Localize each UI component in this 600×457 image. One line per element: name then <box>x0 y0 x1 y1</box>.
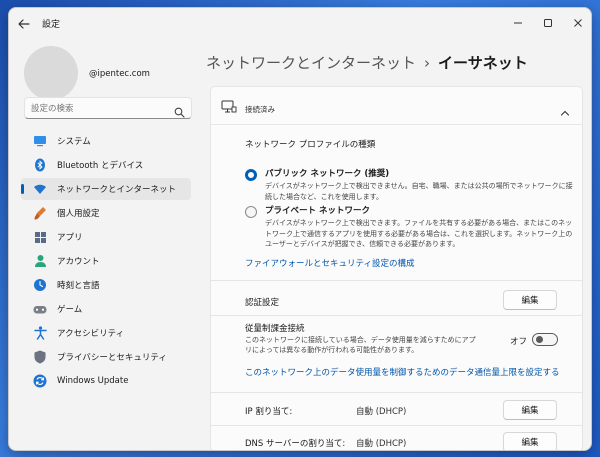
sidebar-item-system[interactable]: システム <box>21 130 191 152</box>
metered-toggle-state: オフ <box>510 337 528 347</box>
person-icon <box>33 254 47 268</box>
minimize-button[interactable] <box>503 12 533 34</box>
breadcrumb-separator: › <box>424 54 431 72</box>
metered-connection-label: 従量制課金接続 <box>245 324 305 334</box>
update-icon <box>33 374 47 388</box>
auth-edit-button[interactable]: 編集 <box>503 290 557 310</box>
search-box[interactable] <box>24 97 192 119</box>
avatar[interactable] <box>24 46 78 100</box>
sidebar-item-label: プライバシーとセキュリティ <box>57 353 167 363</box>
public-network-option[interactable]: パブリック ネットワーク (推奨) デバイスがネットワーク上で検出できません。自… <box>245 167 575 203</box>
dns-assignment-label: DNS サーバーの割り当て: <box>245 439 346 449</box>
search-input[interactable] <box>31 102 171 116</box>
apps-icon <box>33 230 47 244</box>
sidebar-item-label: アクセシビリティ <box>57 329 125 339</box>
page-title: イーサネット <box>438 54 528 72</box>
dns-assignment-value: 自動 (DHCP) <box>356 439 407 449</box>
sidebar-item-label: 個人用設定 <box>57 209 100 219</box>
connection-status: 接続済み <box>245 105 275 114</box>
sidebar-item-time-language[interactable]: 時刻と言語 <box>21 274 191 296</box>
settings-window: 設定 @ipentec.com システム Bluetooth とデバ <box>8 7 592 451</box>
sidebar-item-label: 時刻と言語 <box>57 281 100 291</box>
public-network-title: パブリック ネットワーク (推奨) <box>265 169 390 179</box>
gamepad-icon <box>33 302 47 316</box>
ip-assignment-value: 自動 (DHCP) <box>356 407 407 417</box>
private-network-desc: デバイスがネットワーク上で検出できます。ファイルを共有する必要がある場合、または… <box>265 219 573 248</box>
sidebar-item-apps[interactable]: アプリ <box>21 226 191 248</box>
sidebar-item-windows-update[interactable]: Windows Update <box>21 370 191 392</box>
shield-icon <box>33 350 47 364</box>
sidebar-item-label: Bluetooth とデバイス <box>57 161 144 171</box>
private-network-option[interactable]: プライベート ネットワーク デバイスがネットワーク上で検出できます。ファイルを共… <box>245 204 575 250</box>
firewall-settings-link[interactable]: ファイアウォールとセキュリティ設定の構成 <box>245 257 415 269</box>
chevron-up-icon[interactable] <box>560 102 570 116</box>
wifi-icon <box>33 182 47 196</box>
sidebar-item-accessibility[interactable]: アクセシビリティ <box>21 322 191 344</box>
sidebar-nav: システム Bluetooth とデバイス ネットワークとインターネット 個人用設… <box>21 130 191 394</box>
ethernet-icon <box>221 99 237 113</box>
divider <box>211 425 582 426</box>
search-icon[interactable] <box>174 103 185 118</box>
sidebar-item-label: システム <box>57 137 91 147</box>
sidebar-item-privacy[interactable]: プライバシーとセキュリティ <box>21 346 191 368</box>
user-email: @ipentec.com <box>89 69 150 79</box>
sidebar-item-network[interactable]: ネットワークとインターネット <box>21 178 191 200</box>
ip-edit-button[interactable]: 編集 <box>503 400 557 420</box>
toggle-knob <box>536 336 543 343</box>
back-arrow-icon[interactable] <box>17 16 31 30</box>
data-limit-link[interactable]: このネットワーク上のデータ使用量を制御するためのデータ通信量上限を設定する <box>245 366 560 378</box>
auth-settings-label: 認証設定 <box>245 298 280 308</box>
app-title: 設定 <box>42 20 61 30</box>
profile-heading: ネットワーク プロファイルの種類 <box>245 140 376 150</box>
monitor-icon <box>33 134 47 148</box>
brush-icon <box>33 206 47 220</box>
private-network-title: プライベート ネットワーク <box>265 206 370 216</box>
private-network-radio[interactable] <box>245 206 257 218</box>
sidebar-item-label: ネットワークとインターネット <box>57 185 177 195</box>
breadcrumb-parent[interactable]: ネットワークとインターネット <box>206 54 416 72</box>
metered-connection-toggle[interactable] <box>532 333 558 346</box>
title-bar: 設定 <box>9 8 591 38</box>
metered-connection-desc: このネットワークに接続している場合、データ使用量を減らすためにアプリによっては異… <box>245 336 476 354</box>
breadcrumb: ネットワークとインターネット › イーサネット <box>206 52 528 73</box>
sidebar-item-label: Windows Update <box>57 376 129 386</box>
accessibility-icon <box>33 326 47 340</box>
bluetooth-icon <box>33 158 47 172</box>
maximize-button[interactable] <box>533 12 563 34</box>
divider <box>211 280 582 281</box>
public-network-desc: デバイスがネットワーク上で検出できません。自宅、職場、または公共の場所でネットワ… <box>265 182 573 201</box>
divider <box>211 315 582 316</box>
divider <box>211 392 582 393</box>
sidebar-item-accounts[interactable]: アカウント <box>21 250 191 272</box>
sidebar-item-label: アプリ <box>57 233 83 243</box>
sidebar-item-label: ゲーム <box>57 305 83 315</box>
sidebar-item-gaming[interactable]: ゲーム <box>21 298 191 320</box>
sidebar-item-bluetooth[interactable]: Bluetooth とデバイス <box>21 154 191 176</box>
sidebar-item-personalization[interactable]: 個人用設定 <box>21 202 191 224</box>
sidebar-item-label: アカウント <box>57 257 100 267</box>
ip-assignment-label: IP 割り当て: <box>245 407 293 417</box>
connection-header[interactable]: 接続済み <box>211 87 582 125</box>
close-button[interactable] <box>563 12 591 34</box>
scrollbar[interactable] <box>591 88 592 268</box>
public-network-radio[interactable] <box>245 169 257 181</box>
dns-edit-button[interactable]: 編集 <box>503 432 557 450</box>
ethernet-panel: 接続済み ネットワーク プロファイルの種類 パブリック ネットワーク (推奨) … <box>210 86 583 450</box>
clock-globe-icon <box>33 278 47 292</box>
